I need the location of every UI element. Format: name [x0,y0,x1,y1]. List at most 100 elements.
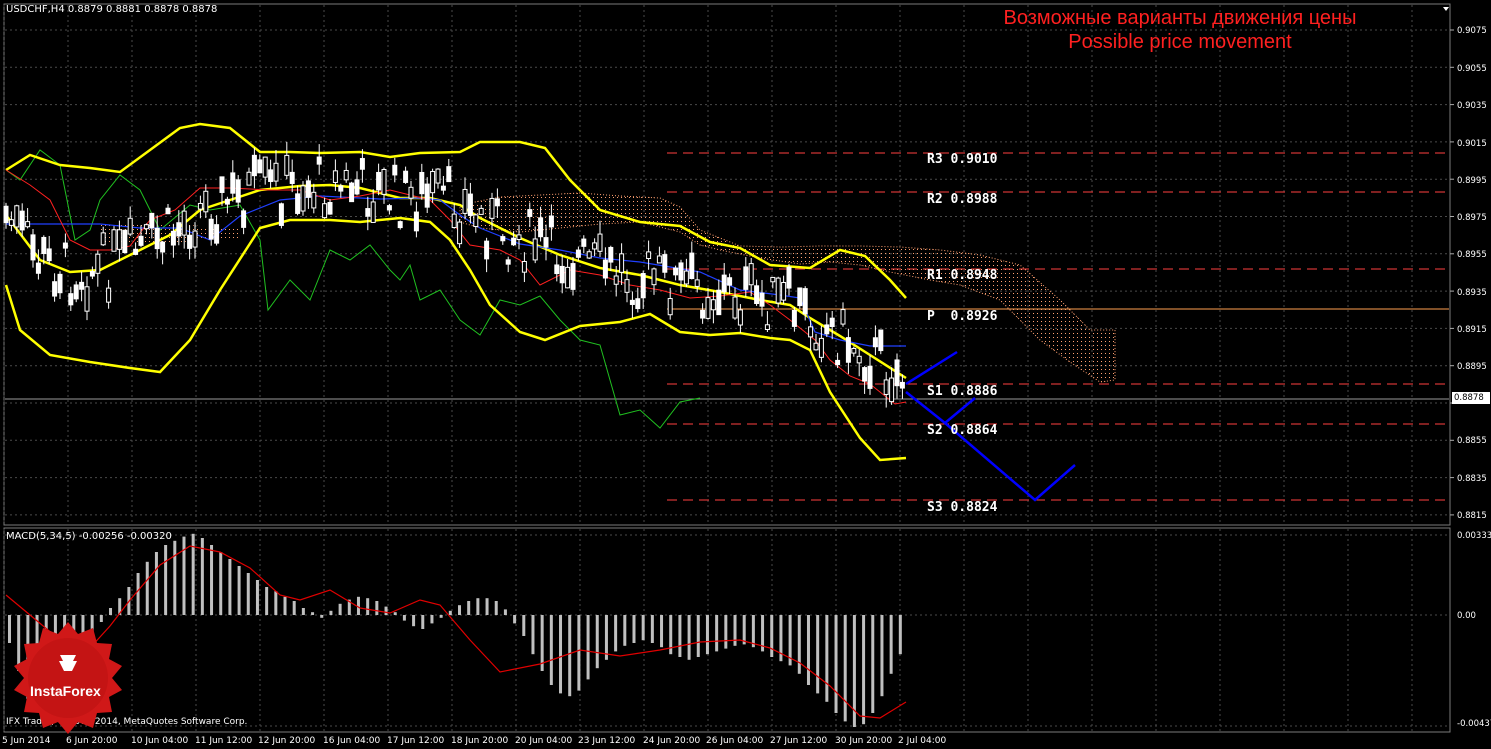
macd-histogram-bar [898,615,902,655]
macd-histogram-bar [320,615,324,618]
candle-body [100,232,106,246]
candle-body [532,238,538,261]
macd-histogram-bar [715,615,719,652]
candle-body [273,162,279,182]
macd-histogram-bar [164,545,168,615]
candle-body [662,254,668,273]
macd-histogram-bar [173,540,177,615]
candle-body [419,171,425,195]
candle-body [262,156,268,178]
candle-body [403,170,409,183]
candle-body [737,309,743,326]
date-tick: 30 Jun 20:00 [835,736,893,746]
forecast-up-line [905,350,958,386]
candle-body [149,212,155,229]
macd-histogram-bar [733,615,737,646]
date-tick: 27 Jun 12:00 [770,736,828,746]
candle-body [79,281,85,290]
candle-body [813,342,819,351]
macd-histogram-bar [430,615,434,624]
macd-tick: 0.00 [1457,611,1476,621]
macd-histogram-bar [384,606,388,615]
candle-body [689,252,695,280]
candle-body [84,286,90,312]
candle-body [424,183,430,208]
price-tick: 0.9015 [1457,139,1487,149]
chart-shift-icon[interactable] [1441,4,1451,14]
macd-title: MACD(5,34,5) -0.00256 -0.00320 [6,531,172,542]
candle-body [95,253,101,274]
candle-body [25,221,31,228]
candle-body [111,229,117,252]
macd-histogram-bar [568,615,572,697]
macd-histogram-bar [559,615,563,694]
macd-histogram-bar [834,615,838,713]
macd-histogram-bar [531,615,535,655]
candle-body [311,191,317,209]
candle-body [592,242,598,250]
candle-body [41,236,47,254]
candle-body [430,171,436,194]
candle-body [316,156,322,165]
candle-body [748,263,754,286]
candle-body [586,251,592,259]
candle-body [565,266,571,289]
candle-body [754,285,760,304]
candle-body [581,238,587,247]
candle-body [154,227,160,250]
candle-body [759,292,765,307]
candle-body [851,347,857,354]
macd-histogram-bar [632,615,636,643]
price-tick: 0.9055 [1457,64,1487,74]
macd-histogram-bar [182,536,186,615]
candle-body [640,273,646,299]
candle-body [732,296,738,319]
candle-body [386,205,392,211]
macd-histogram-bar [586,615,590,680]
banner-english: Possible price movement [1068,31,1292,53]
candle-body [721,274,727,293]
macd-histogram-bar [595,615,599,669]
candle-body [359,158,365,170]
candle-body [764,324,770,331]
date-tick: 23 Jun 12:00 [578,736,636,746]
candle-body [646,251,652,260]
symbol-title: USDCHF,H4 0.8879 0.8881 0.8878 0.8878 [6,4,218,15]
candle-body [613,275,619,285]
macd-histogram-bar [246,573,250,615]
candle-body [899,381,905,389]
candle-body [494,198,500,207]
chart-canvas[interactable] [0,0,1491,749]
candle-body [214,224,220,244]
macd-histogram-bar [742,615,746,645]
candle-body [824,324,830,335]
candle-body [230,172,236,194]
candle-body [608,246,614,263]
instaforex-logo [14,622,122,734]
candle-body [694,279,700,287]
candle-body [381,168,387,195]
macd-histogram-bar [485,598,489,615]
candle-body [89,271,95,277]
macd-histogram-bar [338,603,342,615]
candle-body [629,299,635,305]
macd-histogram-bar [458,605,461,615]
candle-body [840,309,846,325]
date-tick: 24 Jun 20:00 [643,736,701,746]
candle-body [354,179,360,195]
macd-histogram-bar [623,615,627,646]
pivot-label-r2: R2 0.8988 [927,192,998,207]
price-tick: 0.9035 [1457,101,1487,111]
macd-histogram-bar [301,608,305,615]
macd-histogram-bar [375,601,379,615]
candle-body [138,235,144,246]
pivot-label-r3: R3 0.9010 [927,152,998,167]
macd-histogram-bar [816,615,820,694]
candle-body [440,185,446,191]
pivot-label-s3: S3 0.8824 [927,500,998,515]
candle-body [538,217,544,238]
candle-body [246,171,252,186]
candle-body [397,221,403,229]
pivot-label-p: P 0.8926 [927,309,998,324]
candle-body [505,259,511,265]
